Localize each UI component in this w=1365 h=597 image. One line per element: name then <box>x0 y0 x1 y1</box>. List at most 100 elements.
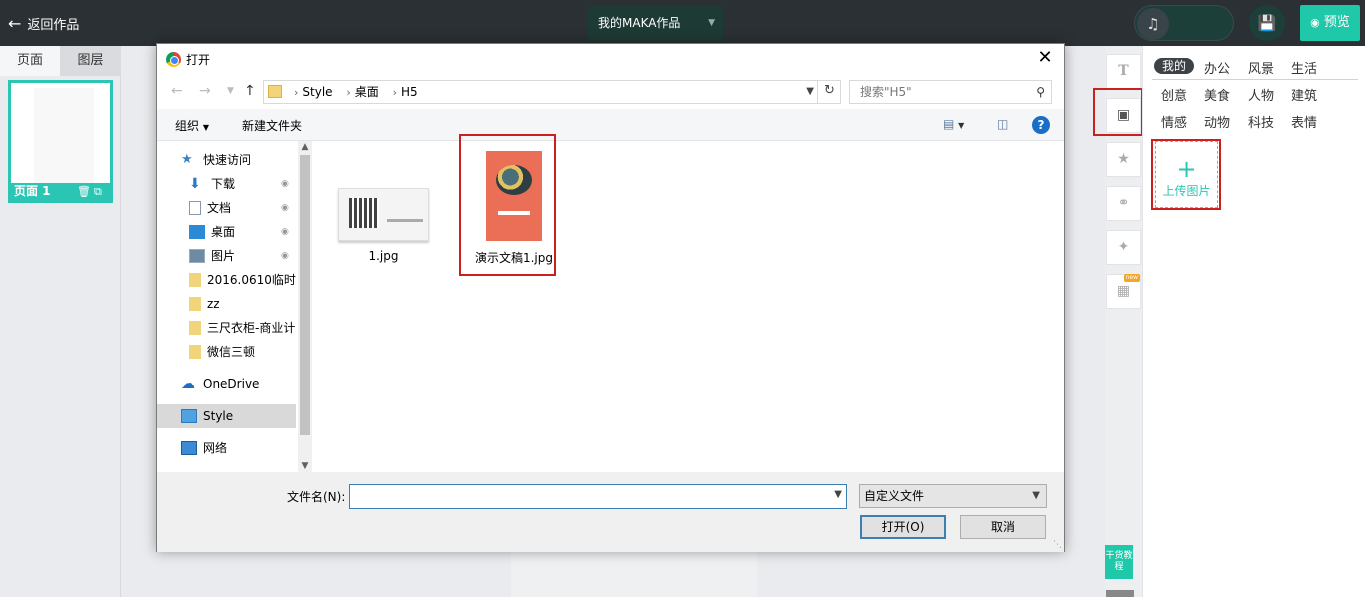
back-arrow-icon[interactable]: ← <box>171 83 183 99</box>
folder-icon <box>189 345 201 359</box>
nav-item-label: 文档 <box>207 201 232 215</box>
tutorial-button[interactable]: 干货教程 <box>1105 545 1133 579</box>
category-emoji[interactable]: 表情 <box>1291 112 1317 131</box>
text-tool-button[interactable]: T <box>1106 54 1141 89</box>
dialog-toolbar: 组织 ▼ 新建文件夹 ▤ ▼ ◫ ? <box>157 109 1064 141</box>
close-icon[interactable]: ✕ <box>1035 48 1055 68</box>
nav-item-label: zz <box>207 297 220 311</box>
nav-item-label: 下载 <box>211 177 236 191</box>
effect-tool-button[interactable]: ✦ <box>1106 230 1141 265</box>
nav-item-quick-access[interactable]: ★ 快速访问 <box>181 149 299 171</box>
canvas-page-area <box>511 551 757 597</box>
breadcrumb-item[interactable]: Style <box>302 85 332 99</box>
text-icon: T <box>1118 63 1129 79</box>
nav-item-label: 图片 <box>211 249 236 263</box>
highlight-box <box>1151 139 1221 210</box>
link-tool-button[interactable]: ⚭ <box>1106 186 1141 221</box>
refresh-icon[interactable]: ↻ <box>817 80 841 104</box>
organize-button[interactable]: 组织 ▼ <box>175 117 209 134</box>
folder-icon <box>268 85 282 98</box>
download-icon: ⬇ <box>189 176 201 192</box>
nav-item-label: Style <box>203 409 234 423</box>
widget-tool-button[interactable]: ▦ new <box>1106 274 1141 309</box>
forward-arrow-icon[interactable]: → <box>199 83 211 99</box>
address-row: ← → ▼ ↑ › Style › 桌面 › H5 ▼ ↻ 搜索"H5" ⚲ <box>157 74 1064 109</box>
floppy-disk-icon: 💾 <box>1257 14 1277 32</box>
eye-icon: ◉ <box>1310 16 1320 29</box>
category-scenery[interactable]: 风景 <box>1248 58 1274 77</box>
scroll-up-icon[interactable]: ▲ <box>298 142 312 152</box>
nav-item-folder[interactable]: zz <box>189 293 307 315</box>
pin-icon[interactable]: ◉ <box>281 203 289 213</box>
save-button[interactable]: 💾 <box>1249 5 1285 41</box>
category-animals[interactable]: 动物 <box>1204 112 1230 131</box>
chrome-icon <box>166 52 181 67</box>
nav-item-pictures[interactable]: 图片 <box>189 245 307 267</box>
new-folder-button[interactable]: 新建文件夹 <box>242 117 302 134</box>
category-tech[interactable]: 科技 <box>1248 112 1274 131</box>
pin-icon[interactable]: ◉ <box>281 251 289 261</box>
highlight-box <box>1093 88 1143 136</box>
qr-code-image <box>349 198 379 228</box>
filename-input[interactable]: ▼ <box>349 484 847 509</box>
panel-scrollbar[interactable] <box>1106 590 1134 597</box>
nav-item-label: 微信三顿 <box>207 345 256 359</box>
music-toggle[interactable]: ♫ <box>1134 5 1234 41</box>
breadcrumb-separator-icon: › <box>294 86 299 99</box>
preview-label: 预览 <box>1323 15 1350 30</box>
view-options-icon[interactable]: ▤ ▼ <box>943 117 964 131</box>
open-button[interactable]: 打开(O) <box>860 515 946 539</box>
back-label: 返回作品 <box>27 17 80 33</box>
page-thumbnail[interactable]: 页面 1 🗑 ⧉ <box>8 80 113 203</box>
nav-item-folder[interactable]: 三尺衣柜-商业计 <box>189 317 307 339</box>
category-architecture[interactable]: 建筑 <box>1291 85 1317 104</box>
cancel-button[interactable]: 取消 <box>960 515 1046 539</box>
nav-item-documents[interactable]: 文档 <box>189 197 307 219</box>
category-life[interactable]: 生活 <box>1291 58 1317 77</box>
pin-icon[interactable]: ◉ <box>281 179 289 189</box>
trash-icon[interactable]: 🗑 <box>77 183 91 200</box>
scroll-down-icon[interactable]: ▼ <box>298 461 312 471</box>
search-icon: ⚲ <box>1036 85 1045 99</box>
pin-icon[interactable]: ◉ <box>281 227 289 237</box>
address-bar[interactable]: › Style › 桌面 › H5 ▼ <box>263 80 841 104</box>
category-office[interactable]: 办公 <box>1204 58 1230 77</box>
category-people[interactable]: 人物 <box>1248 85 1274 104</box>
nav-item-onedrive[interactable]: ☁ OneDrive <box>181 373 299 395</box>
scroll-thumb[interactable] <box>300 155 310 435</box>
file-type-select[interactable]: 自定义文件 ▼ <box>859 484 1047 508</box>
chevron-down-icon[interactable]: ▼ <box>834 489 842 500</box>
category-mine[interactable]: 我的 <box>1154 58 1194 74</box>
star-icon: ★ <box>181 152 193 167</box>
work-title-field[interactable]: 我的MAKA作品 ▼ <box>588 6 723 41</box>
copy-page-icon[interactable]: ⧉ <box>94 183 102 200</box>
category-creative[interactable]: 创意 <box>1161 85 1187 104</box>
nav-item-downloads[interactable]: ⬇ 下载 <box>189 173 307 195</box>
breadcrumb-item[interactable]: H5 <box>401 85 418 99</box>
preview-button[interactable]: ◉ 预览 <box>1300 5 1360 41</box>
chevron-down-icon[interactable]: ▼ <box>806 81 814 103</box>
shape-tool-button[interactable]: ★ <box>1106 142 1141 177</box>
help-icon[interactable]: ? <box>1032 116 1050 134</box>
tab-layers[interactable]: 图层 <box>60 46 121 76</box>
grid-icon: ▦ <box>1116 283 1131 299</box>
up-arrow-icon[interactable]: ↑ <box>244 83 256 99</box>
breadcrumb-item[interactable]: 桌面 <box>355 85 379 99</box>
nav-item-folder[interactable]: 2016.0610临时 <box>189 269 307 291</box>
navigation-scrollbar[interactable]: ▲ ▼ <box>298 141 312 472</box>
back-to-works-button[interactable]: ← 返回作品 <box>8 12 79 34</box>
file-item[interactable]: 1.jpg <box>337 188 430 263</box>
category-food[interactable]: 美食 <box>1204 85 1230 104</box>
music-note-icon: ♫ <box>1137 8 1169 40</box>
tab-pages[interactable]: 页面 <box>0 46 60 76</box>
category-emotion[interactable]: 情感 <box>1161 112 1187 131</box>
resize-grip-icon[interactable]: ⋱ <box>1053 540 1062 550</box>
search-input[interactable]: 搜索"H5" ⚲ <box>849 80 1052 104</box>
nav-item-network[interactable]: 网络 <box>181 437 299 459</box>
nav-item-folder[interactable]: 微信三顿 <box>189 341 307 363</box>
page-label: 页面 1 <box>14 184 51 198</box>
preview-pane-icon[interactable]: ◫ <box>997 117 1008 131</box>
recent-locations-chevron-icon[interactable]: ▼ <box>227 86 234 96</box>
nav-item-desktop[interactable]: 桌面 <box>189 221 307 243</box>
nav-item-this-pc[interactable]: Style <box>181 405 299 427</box>
